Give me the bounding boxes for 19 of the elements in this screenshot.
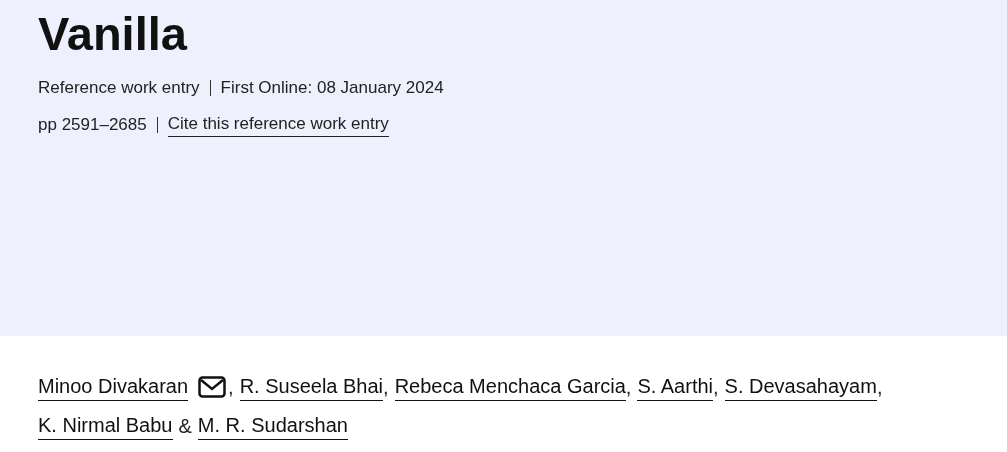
separator-text: , xyxy=(876,374,883,400)
cite-link[interactable]: Cite this reference work entry xyxy=(167,112,389,137)
author-link[interactable]: M. R. Sudarshan xyxy=(197,411,348,440)
meta-text: pp 2591–2685 xyxy=(38,113,147,136)
separator-text: , xyxy=(383,374,389,400)
separator-text: , xyxy=(625,374,632,400)
author-link[interactable]: S. Aarthi xyxy=(637,372,714,401)
meta-text: Reference work entry xyxy=(38,77,200,99)
separator-text: , xyxy=(713,374,719,400)
author-link[interactable]: R. Suseela Bhai xyxy=(239,372,384,401)
author-link[interactable]: Minoo Divakaran xyxy=(38,372,189,401)
meta-text: First Online: 08 January 2024 xyxy=(220,77,444,99)
separator-text: , xyxy=(228,374,234,400)
author-link[interactable]: K. Nirmal Babu xyxy=(38,411,173,440)
separator-text: & xyxy=(178,413,192,439)
author-link[interactable]: S. Devasahayam xyxy=(724,372,877,401)
email-icon[interactable] xyxy=(198,375,227,398)
entry-title: Vanilla xyxy=(38,6,189,62)
author-link[interactable]: Rebeca Menchaca Garcia xyxy=(394,372,626,401)
